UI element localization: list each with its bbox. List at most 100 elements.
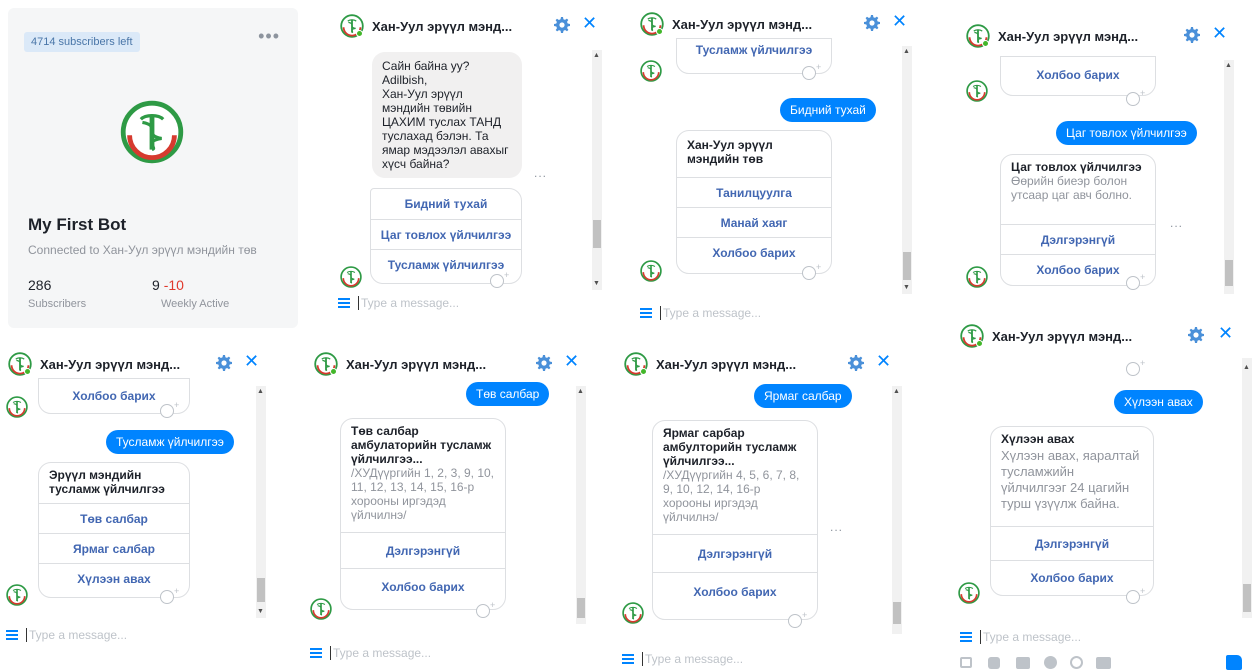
gear-icon[interactable] bbox=[216, 355, 232, 371]
message-input[interactable]: Type a message... bbox=[980, 630, 1081, 644]
reaction-icon[interactable]: + bbox=[1126, 272, 1148, 290]
user-message: Цаг товлох үйлчилгээ bbox=[1056, 121, 1197, 145]
gear-icon[interactable] bbox=[864, 15, 880, 31]
message-input-bar[interactable]: Type a message... bbox=[960, 630, 1220, 652]
message-input-bar[interactable]: Type a message... bbox=[338, 296, 598, 318]
menu-icon[interactable] bbox=[6, 630, 18, 642]
gear-icon[interactable] bbox=[848, 355, 864, 371]
reaction-icon[interactable]: + bbox=[1126, 358, 1148, 376]
close-icon[interactable]: ✕ bbox=[892, 11, 907, 31]
reaction-icon[interactable]: + bbox=[160, 586, 182, 604]
scrollbar[interactable]: ▲ ▼ bbox=[592, 50, 602, 290]
close-icon[interactable]: ✕ bbox=[1218, 323, 1233, 343]
scrollbar[interactable]: ▲ bbox=[1224, 60, 1234, 294]
reaction-icon[interactable]: + bbox=[788, 610, 810, 628]
details-button[interactable]: Дэлгэрэнгүй bbox=[653, 534, 817, 572]
composer-toolbar bbox=[958, 655, 1250, 671]
card-title: Хан-Уул эрүүл мэндийн төв bbox=[687, 138, 773, 166]
sticker-icon[interactable] bbox=[988, 657, 1000, 669]
chat-title: Хан-Уул эрүүл мэнд... bbox=[992, 329, 1133, 344]
central-branch-button[interactable]: Төв салбар bbox=[39, 503, 189, 533]
scrollbar[interactable]: ▲ bbox=[1242, 358, 1252, 618]
message-input[interactable]: Type a message... bbox=[642, 652, 743, 666]
details-button[interactable]: Дэлгэрэнгүй bbox=[341, 532, 505, 568]
online-indicator bbox=[982, 40, 989, 47]
card-title: Төв салбар амбулаторийн тусламж үйлчилгэ… bbox=[351, 424, 492, 466]
close-icon[interactable]: ✕ bbox=[876, 351, 891, 371]
scrollbar[interactable]: ▲ bbox=[892, 386, 902, 634]
message-input-bar[interactable]: Type a message... bbox=[640, 306, 900, 326]
clinic-logo bbox=[120, 100, 184, 164]
introduction-button[interactable]: Танилцуулга bbox=[677, 177, 831, 207]
user-message: Ярмаг салбар bbox=[754, 384, 852, 408]
scrollbar[interactable]: ▲ ▼ bbox=[256, 386, 266, 618]
online-indicator bbox=[656, 28, 663, 35]
subscribers-left-badge: 4714 subscribers left bbox=[24, 32, 140, 52]
reaction-icon[interactable]: + bbox=[160, 400, 182, 418]
emoji-icon[interactable] bbox=[1044, 656, 1057, 669]
details-button[interactable]: Дэлгэрэнгүй bbox=[1001, 224, 1155, 254]
like-icon[interactable] bbox=[1226, 655, 1242, 670]
photo-icon[interactable] bbox=[960, 657, 972, 668]
reaction-icon[interactable]: + bbox=[802, 62, 824, 80]
contact-button[interactable]: Холбоо барих bbox=[677, 237, 831, 267]
chat-title: Хан-Уул эрүүл мэнд... bbox=[372, 19, 513, 34]
bot-card[interactable]: 4714 subscribers left ••• My First Bot C… bbox=[8, 8, 298, 328]
menu-icon[interactable] bbox=[640, 308, 652, 320]
gear-icon[interactable] bbox=[1184, 27, 1200, 43]
message-input[interactable]: Type a message... bbox=[330, 646, 431, 660]
address-button[interactable]: Манай хаяг bbox=[677, 207, 831, 237]
gear-icon[interactable] bbox=[1188, 327, 1204, 343]
more-options-icon[interactable]: ••• bbox=[258, 26, 280, 47]
reception-button[interactable]: Хүлээн авах bbox=[39, 563, 189, 593]
appointment-button[interactable]: Цаг товлох үйлчилгээ bbox=[371, 219, 521, 249]
message-input[interactable]: Type a message... bbox=[26, 628, 127, 642]
menu-icon[interactable] bbox=[310, 648, 322, 660]
bot-avatar bbox=[310, 598, 332, 620]
reaction-icon[interactable]: + bbox=[476, 600, 498, 618]
message-input[interactable]: Type a message... bbox=[660, 306, 761, 320]
reaction-icon[interactable]: + bbox=[802, 262, 824, 280]
reaction-icon[interactable]: + bbox=[490, 270, 512, 288]
chat-header: Хан-Уул эрүүл мэнд... ✕ bbox=[956, 320, 1253, 354]
scrollbar[interactable]: ▲ bbox=[576, 386, 586, 624]
gear-icon[interactable] bbox=[554, 17, 570, 33]
bot-avatar bbox=[6, 584, 28, 606]
menu-icon[interactable] bbox=[338, 298, 350, 310]
contact-button[interactable]: Холбоо барих bbox=[653, 572, 817, 610]
chat-title: Хан-Уул эрүүл мэнд... bbox=[346, 357, 487, 372]
close-icon[interactable]: ✕ bbox=[244, 351, 259, 371]
message-options-icon[interactable]: ... bbox=[830, 520, 843, 534]
chat-title: Хан-Уул эрүүл мэнд... bbox=[656, 357, 797, 372]
reaction-icon[interactable]: + bbox=[1126, 88, 1148, 106]
card-description: Хүлээн авах, яаралтай тусламжийн үйлчилг… bbox=[1001, 448, 1140, 511]
gear-icon[interactable] bbox=[536, 355, 552, 371]
camera-icon[interactable] bbox=[1096, 657, 1111, 669]
bot-name: My First Bot bbox=[28, 215, 127, 234]
close-icon[interactable]: ✕ bbox=[564, 351, 579, 371]
close-icon[interactable]: ✕ bbox=[582, 13, 597, 33]
contact-button[interactable]: Холбоо барих bbox=[991, 560, 1153, 594]
services-button[interactable]: Тусламж үйлчилгээ bbox=[677, 39, 831, 69]
chat-header: Хан-Уул эрүүл мэнд... ✕ bbox=[636, 8, 916, 42]
message-input-bar[interactable]: Type a message... bbox=[310, 646, 570, 668]
scrollbar[interactable]: ▲ ▼ bbox=[902, 46, 912, 294]
connected-page-text: Connected to Хан-Уул эрүүл мэндийн төв bbox=[28, 243, 257, 257]
about-us-button[interactable]: Бидний тухай bbox=[371, 189, 521, 219]
message-input[interactable]: Type a message... bbox=[358, 296, 459, 310]
close-icon[interactable]: ✕ bbox=[1212, 23, 1227, 43]
message-options-icon[interactable]: ... bbox=[534, 166, 547, 180]
details-button[interactable]: Дэлгэрэнгүй bbox=[991, 526, 1153, 560]
menu-icon[interactable] bbox=[960, 632, 972, 644]
yarmag-branch-button[interactable]: Ярмаг салбар bbox=[39, 533, 189, 563]
message-input-bar[interactable]: Type a message... bbox=[6, 628, 246, 650]
attachment-icon[interactable] bbox=[1070, 656, 1083, 669]
contact-button[interactable]: Холбоо барих bbox=[1001, 57, 1155, 93]
card-description: Өөрийн биеэр болон утсаар цаг авч болно. bbox=[1011, 174, 1132, 202]
reaction-icon[interactable]: + bbox=[1126, 586, 1148, 604]
gif-icon[interactable] bbox=[1016, 657, 1030, 669]
message-options-icon[interactable]: ... bbox=[1170, 216, 1183, 230]
message-input-bar[interactable]: Type a message... bbox=[622, 652, 882, 671]
contact-button[interactable]: Холбоо барих bbox=[341, 568, 505, 604]
menu-icon[interactable] bbox=[622, 654, 634, 666]
